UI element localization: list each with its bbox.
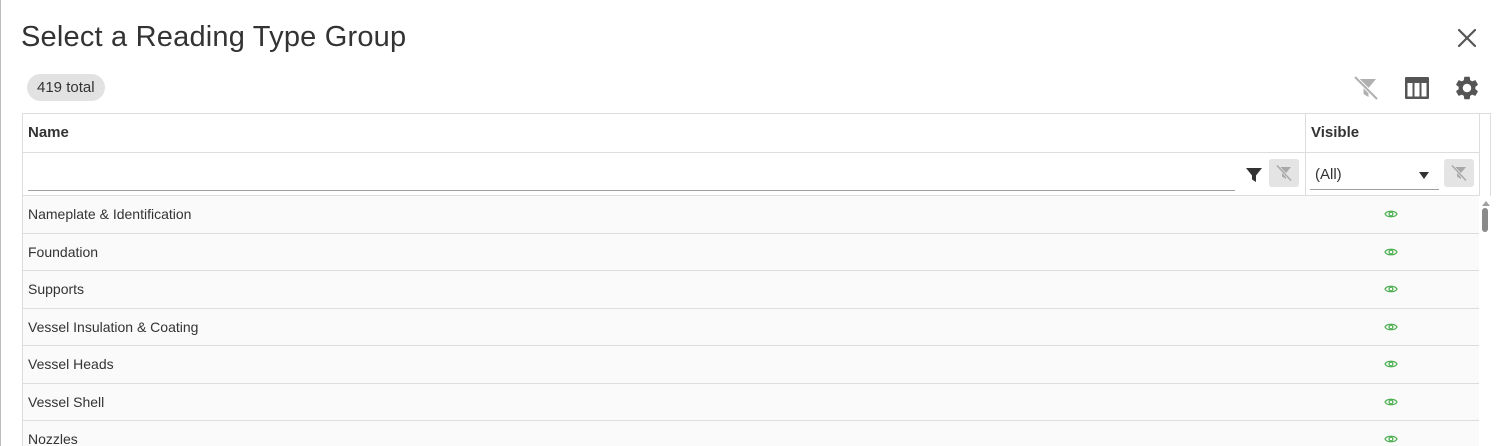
row-name-cell: Supports — [28, 281, 85, 297]
table-row[interactable]: Vessel Shell — [23, 383, 1479, 421]
name-clear-filter-button[interactable] — [1269, 159, 1299, 187]
row-name-cell: Vessel Shell — [28, 393, 105, 410]
visible-eye-icon — [1381, 234, 1401, 270]
row-name-cell: Foundation — [28, 243, 99, 260]
clear-filters-button[interactable] — [1350, 72, 1382, 104]
select-reading-type-group-dialog: Select a Reading Type Group 419 total Na… — [0, 0, 1506, 446]
visible-eye-icon — [1381, 196, 1401, 232]
grid-vertical-scrollbar[interactable] — [1479, 196, 1491, 446]
close-button[interactable] — [1451, 22, 1483, 54]
scrollbar-thumb[interactable] — [1482, 208, 1488, 232]
visible-eye-icon — [1381, 346, 1401, 382]
scroll-up-arrow-icon[interactable] — [1482, 201, 1490, 206]
column-header-visible[interactable]: Visible — [1306, 114, 1479, 152]
column-header-name[interactable]: Name — [23, 114, 1305, 152]
table-row[interactable]: Foundation — [23, 233, 1479, 271]
reading-type-group-grid: Name Visible (All) Nameplate & Identific… — [22, 113, 1491, 446]
table-row[interactable]: Nozzles — [23, 421, 1479, 446]
column-chooser-icon — [1405, 77, 1429, 99]
visible-eye-icon — [1381, 384, 1401, 420]
table-row[interactable]: Vessel Heads — [23, 346, 1479, 384]
filter-icon — [1246, 168, 1262, 182]
row-name-cell: Vessel Insulation & Coating — [28, 318, 199, 335]
table-row[interactable]: Nameplate & Identification — [23, 196, 1479, 234]
chevron-down-icon — [1419, 172, 1429, 179]
visible-clear-filter-button[interactable] — [1444, 159, 1474, 187]
table-row[interactable]: Supports — [23, 271, 1479, 309]
name-filter-input[interactable] — [28, 162, 1235, 191]
clear-filter-icon — [1450, 164, 1468, 182]
column-chooser-button[interactable] — [1401, 72, 1433, 104]
visible-filter-select[interactable]: (All) — [1310, 161, 1439, 190]
row-name-cell: Vessel Heads — [28, 356, 114, 372]
total-count-badge: 419 total — [27, 74, 105, 101]
row-name-cell: Nameplate & Identification — [28, 206, 192, 222]
dialog-title: Select a Reading Type Group — [21, 21, 407, 53]
visible-eye-icon — [1381, 271, 1401, 307]
name-filter-operator-button[interactable] — [1240, 161, 1268, 189]
column-divider-right — [1479, 114, 1480, 196]
visible-filter-selected: (All) — [1315, 166, 1342, 183]
close-icon — [1457, 28, 1477, 48]
clear-filters-icon — [1353, 75, 1379, 101]
grid-header-row: Name Visible — [23, 114, 1479, 196]
clear-filter-icon — [1275, 164, 1293, 182]
table-row[interactable]: Vessel Insulation & Coating — [23, 308, 1479, 346]
settings-button[interactable] — [1451, 72, 1483, 104]
settings-gear-icon — [1456, 76, 1478, 100]
row-name-cell: Nozzles — [28, 431, 78, 446]
grid-filter-row: (All) — [23, 153, 1479, 196]
grid-body: Nameplate & Identification Foundation Su… — [23, 196, 1479, 446]
visible-eye-icon — [1381, 309, 1401, 345]
visible-eye-icon — [1381, 421, 1401, 446]
